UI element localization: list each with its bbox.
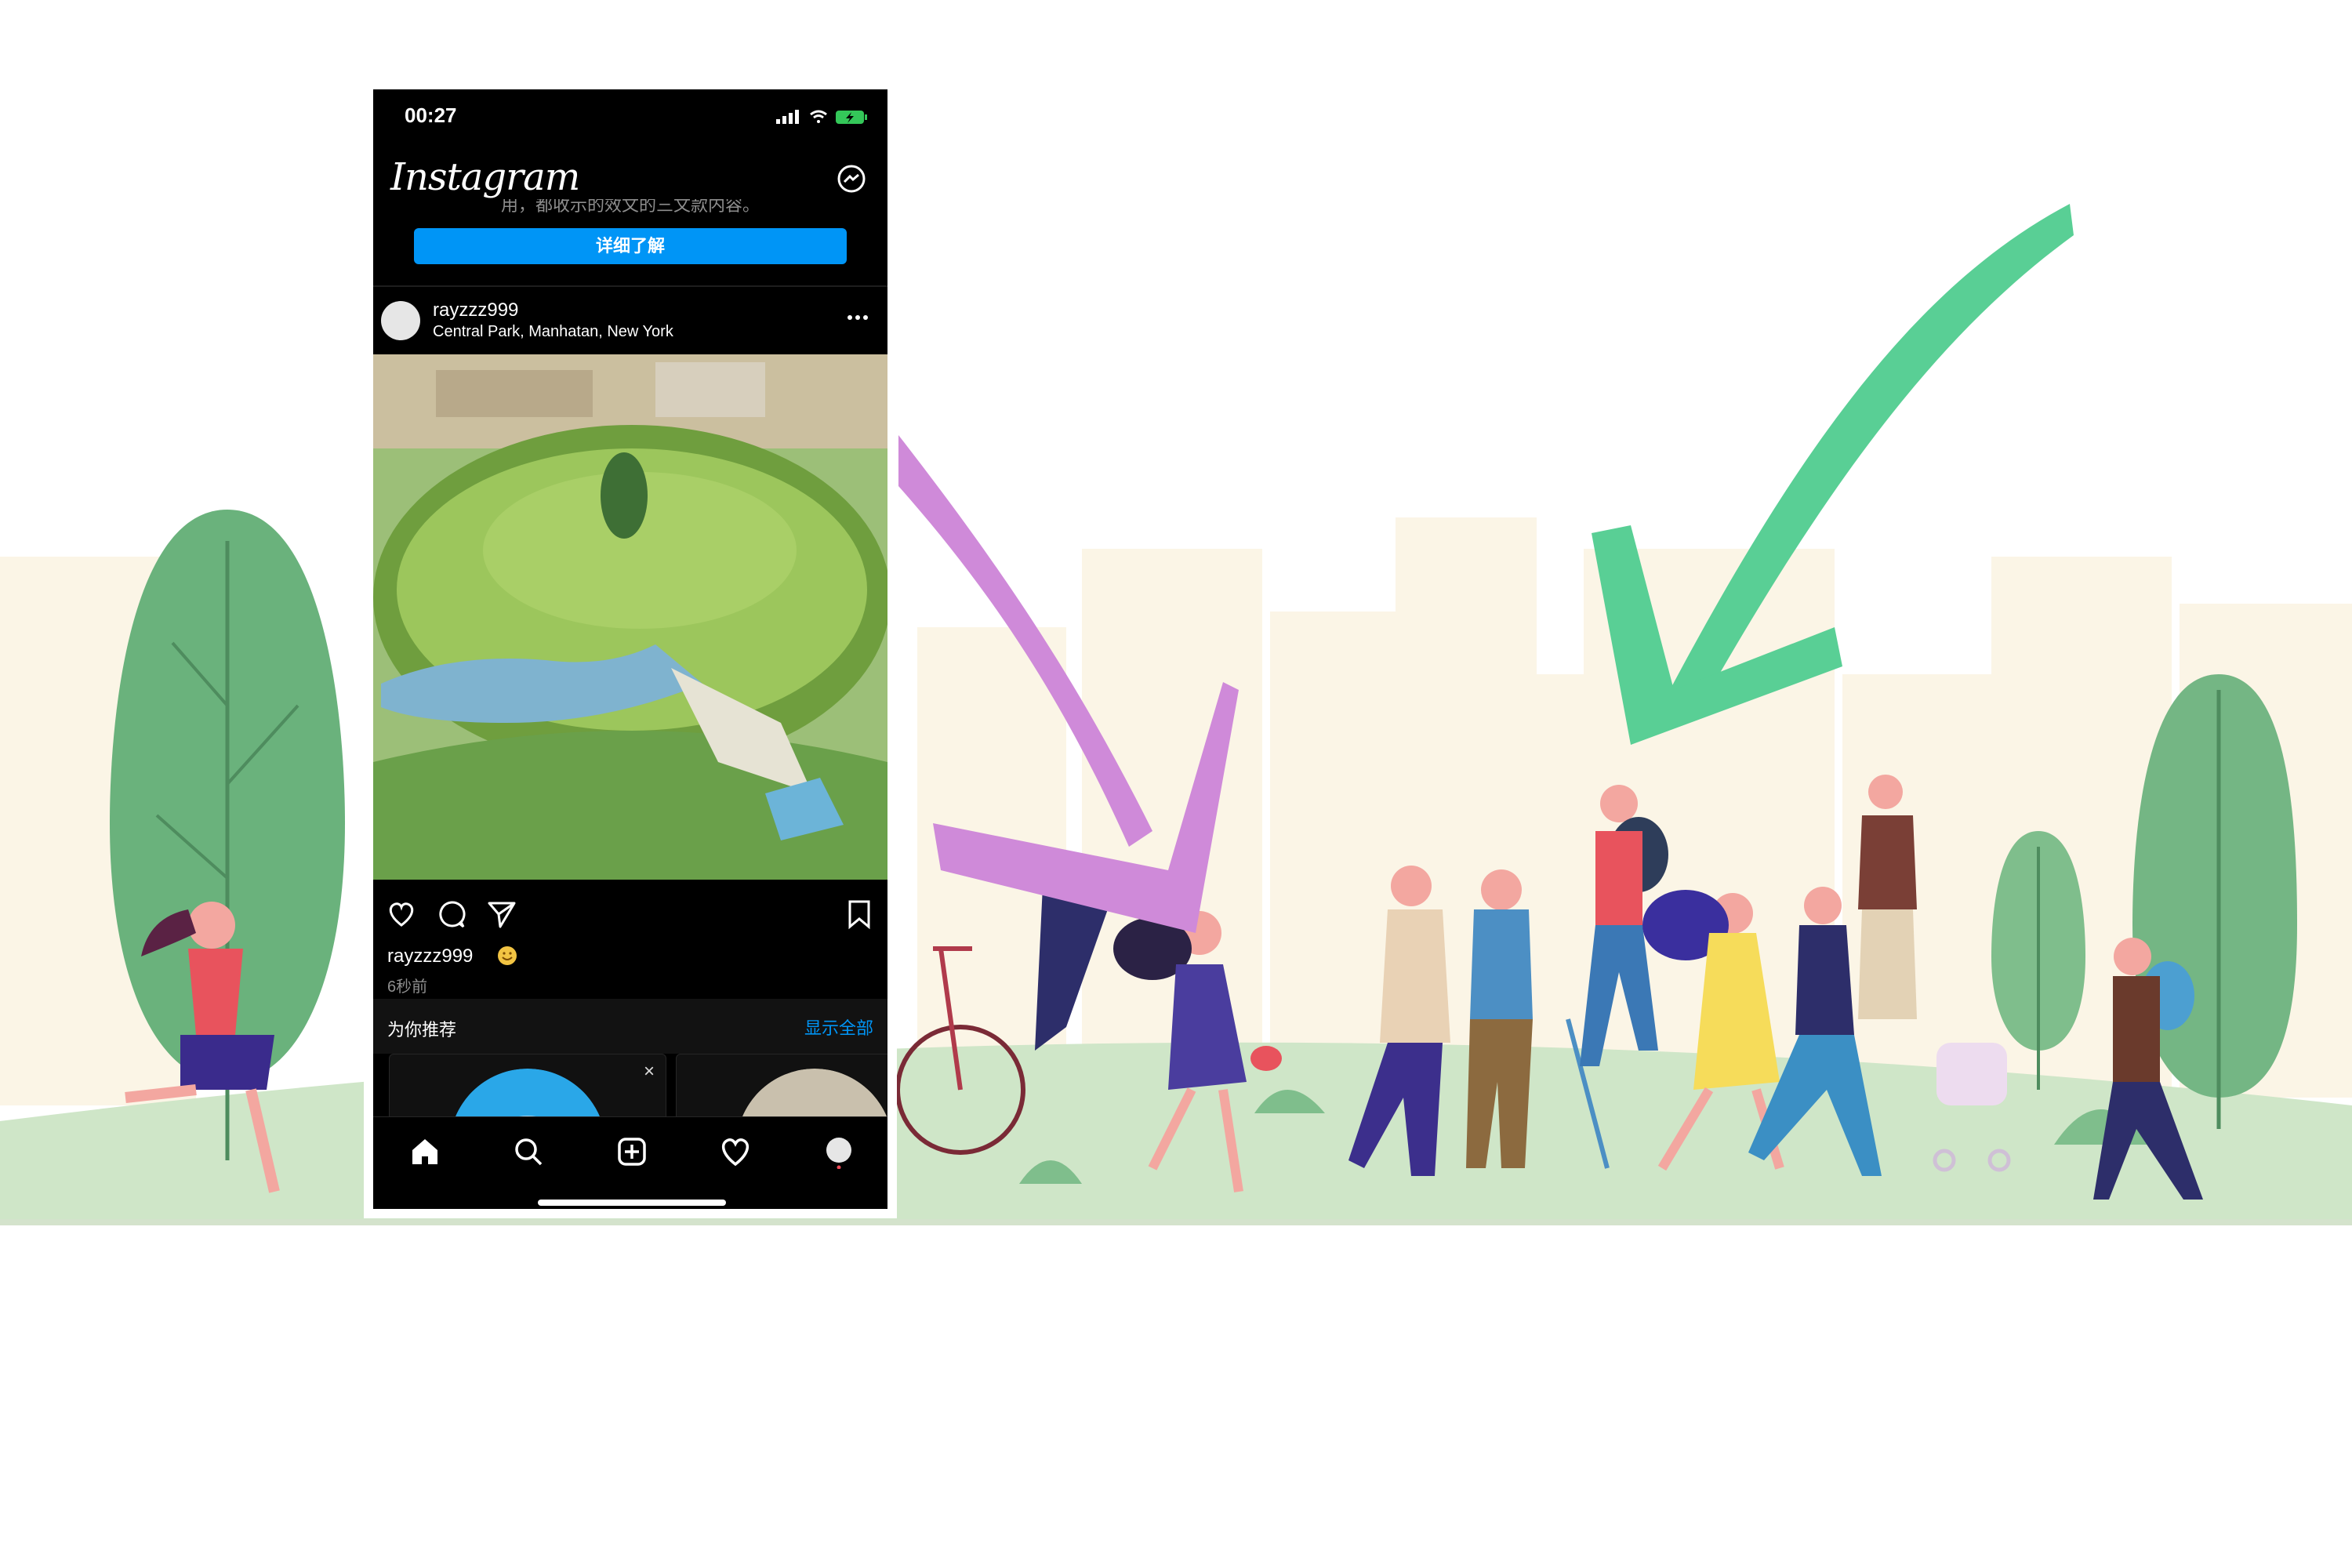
activity-heart-icon[interactable] [718, 1134, 753, 1169]
show-all-link[interactable]: 显示全部 [804, 1014, 873, 1040]
bottom-tab-bar [373, 1116, 887, 1209]
instagram-logo[interactable]: Instagram [390, 155, 580, 199]
post-image[interactable] [373, 354, 887, 880]
divider [373, 285, 887, 287]
post-username[interactable]: rayzzz999 [433, 299, 518, 321]
post-timestamp: 6秒前 [387, 978, 428, 996]
suggestions-title: 为你推荐 [387, 1020, 457, 1040]
messenger-icon[interactable] [836, 163, 867, 194]
cellular-signal-icon [776, 110, 799, 124]
suggestion-card[interactable] [676, 1054, 887, 1126]
new-post-icon[interactable] [615, 1134, 649, 1169]
avatar[interactable] [381, 301, 420, 340]
phone-frame: 00:27 Instagram 用，都收示的效文的三文款内容。 详细了解 ray… [364, 89, 897, 1218]
search-icon[interactable] [511, 1134, 546, 1169]
status-bar: 00:27 [373, 89, 887, 144]
like-heart-icon[interactable] [386, 898, 417, 930]
status-time: 00:27 [405, 103, 457, 127]
caption-username[interactable]: rayzzz999 [387, 946, 473, 967]
profile-icon[interactable] [822, 1134, 856, 1169]
post-header: rayzzz999 Central Park, Manhatan, New Yo… [373, 290, 887, 353]
comment-icon[interactable] [436, 898, 467, 930]
share-send-icon[interactable] [486, 898, 517, 930]
battery-icon [836, 111, 867, 124]
suggestions-header: 为你推荐 显示全部 [373, 999, 887, 1054]
instagram-screen: 00:27 Instagram 用，都收示的效文的三文款内容。 详细了解 ray… [373, 89, 887, 1209]
post-location[interactable]: Central Park, Manhatan, New York [433, 323, 673, 341]
banner-partial-text: 用，都收示的效文的三文款内容。 [500, 199, 760, 215]
bookmark-icon[interactable] [844, 898, 875, 930]
wifi-icon [810, 110, 827, 123]
more-options-icon[interactable] [842, 306, 873, 329]
suggestion-card[interactable]: × [389, 1054, 666, 1126]
status-icons [776, 110, 867, 124]
smile-emoji-icon [498, 946, 517, 965]
dismiss-icon[interactable]: × [644, 1061, 655, 1083]
park-illustration [0, 204, 2352, 1225]
home-icon[interactable] [408, 1134, 442, 1169]
learn-more-button[interactable]: 详细了解 [414, 228, 847, 264]
post-actions [373, 881, 887, 944]
home-indicator [538, 1200, 726, 1206]
